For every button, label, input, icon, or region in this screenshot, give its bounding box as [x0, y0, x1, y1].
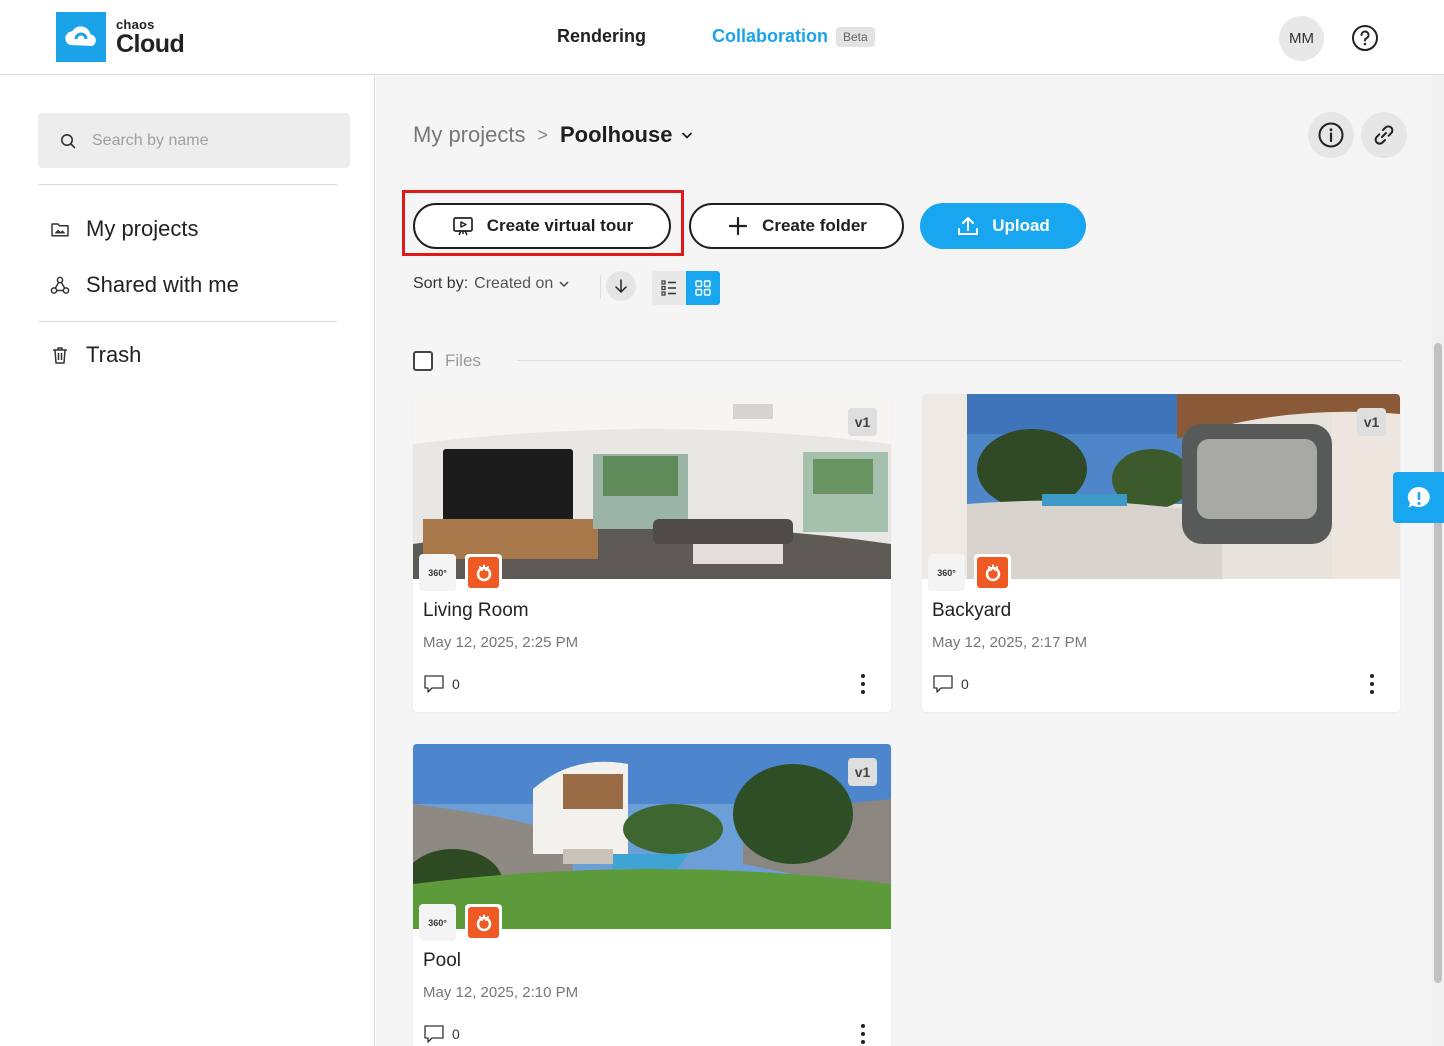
breadcrumb-current-project[interactable]: Poolhouse	[560, 122, 672, 148]
more-options-icon[interactable]	[1366, 674, 1378, 694]
sidebar-item-shared[interactable]: Shared with me	[50, 272, 239, 298]
breadcrumb-separator: >	[537, 124, 548, 145]
sidebar-divider	[38, 321, 337, 322]
sidebar-item-trash[interactable]: Trash	[50, 342, 141, 368]
sort-direction-button[interactable]	[606, 271, 636, 301]
upload-button[interactable]: Upload	[920, 203, 1086, 249]
comment-count: 0	[452, 676, 460, 692]
chevron-down-icon	[559, 281, 569, 288]
card-title: Living Room	[423, 600, 529, 621]
files-label: Files	[445, 351, 481, 370]
list-view-icon	[661, 280, 676, 296]
file-card-living-room[interactable]: v1 360° Living Room May 12, 2025, 2:25 P…	[413, 394, 891, 712]
create-folder-button[interactable]: Create folder	[689, 203, 904, 249]
list-view-button[interactable]	[652, 271, 686, 305]
more-options-icon[interactable]	[857, 1024, 869, 1044]
card-date: May 12, 2025, 2:17 PM	[932, 634, 1088, 651]
info-icon	[1318, 122, 1344, 148]
sidebar-item-label: Shared with me	[86, 272, 239, 297]
comment-icon	[424, 675, 444, 693]
sort-dropdown[interactable]: Created on	[474, 275, 570, 293]
vray-logo-icon	[974, 554, 1011, 591]
breadcrumb: My projects > Poolhouse	[413, 122, 694, 148]
comments-button[interactable]: 0	[932, 674, 969, 694]
sidebar-item-label: My projects	[86, 216, 199, 241]
trash-icon	[53, 347, 67, 364]
link-icon	[1374, 125, 1394, 145]
presentation-play-icon	[452, 217, 473, 236]
scrollbar-thumb[interactable]	[1434, 343, 1442, 983]
comment-count: 0	[961, 676, 969, 692]
main-content: My projects > Poolhouse Create virtual t…	[376, 75, 1432, 1046]
card-title: Backyard	[932, 600, 1012, 621]
panorama-thumbnail[interactable]	[413, 394, 891, 579]
cloud-logo-icon	[56, 12, 106, 62]
nav-collaboration-label: Collaboration	[712, 26, 828, 46]
vray-logo-icon	[465, 904, 502, 941]
more-options-icon[interactable]	[857, 674, 869, 694]
grid-view-button[interactable]	[686, 271, 720, 305]
share-nodes-icon	[50, 276, 70, 294]
sort-value: Created on	[474, 275, 554, 292]
version-badge: v1	[1357, 408, 1386, 436]
version-badge: v1	[848, 408, 877, 436]
panorama-thumbnail[interactable]	[922, 394, 1400, 579]
card-date: May 12, 2025, 2:10 PM	[423, 984, 579, 1001]
logo-big-text: Cloud	[116, 29, 185, 58]
sort-label: Sort by:	[413, 275, 469, 292]
sidebar-item-label: Trash	[86, 342, 142, 367]
share-link-button[interactable]	[1361, 112, 1407, 158]
search-input[interactable]	[92, 131, 332, 150]
360-icon: 360°	[928, 554, 965, 591]
comment-icon	[424, 1025, 444, 1043]
search-box[interactable]	[38, 113, 350, 168]
file-card-pool[interactable]: v1 360° Pool May 12, 2025, 2:10 PM 0	[413, 744, 891, 1046]
card-date: May 12, 2025, 2:25 PM	[423, 634, 579, 651]
upload-label: Upload	[992, 216, 1050, 235]
arrow-down-icon	[615, 279, 627, 294]
create-folder-label: Create folder	[762, 216, 867, 235]
upload-icon	[958, 217, 979, 235]
beta-badge: Beta	[836, 26, 875, 47]
feedback-button[interactable]	[1393, 472, 1444, 523]
help-icon[interactable]	[1351, 24, 1379, 52]
scrollbar[interactable]	[1432, 75, 1444, 1046]
sidebar-divider	[38, 184, 337, 185]
comments-button[interactable]: 0	[423, 674, 460, 694]
search-icon	[61, 133, 76, 148]
file-card-backyard[interactable]: v1 360° Backyard May 12, 2025, 2:17 PM 0	[922, 394, 1400, 712]
nav-collaboration[interactable]: Collaboration Beta	[712, 26, 875, 47]
files-section-header: Files	[413, 351, 481, 371]
comment-count: 0	[452, 1026, 460, 1042]
info-button[interactable]	[1308, 112, 1354, 158]
breadcrumb-my-projects[interactable]: My projects	[413, 122, 525, 148]
create-virtual-tour-button[interactable]: Create virtual tour	[413, 203, 671, 249]
card-title: Pool	[423, 950, 462, 971]
sort-divider	[600, 275, 601, 299]
sidebar-item-my-projects[interactable]: My projects	[50, 216, 198, 242]
select-all-checkbox[interactable]	[413, 351, 433, 371]
360-icon: 360°	[419, 554, 456, 591]
comment-icon	[933, 675, 953, 693]
image-folder-icon	[51, 223, 69, 237]
sidebar: My projects Shared with me Trash	[0, 75, 375, 1046]
feedback-chat-icon	[1407, 486, 1430, 507]
nav-rendering[interactable]: Rendering	[557, 26, 646, 47]
logo-small-text: chaos	[116, 16, 155, 32]
sort-bar: Sort by: Created on	[413, 271, 720, 305]
360-icon: 360°	[419, 904, 456, 941]
vray-logo-icon	[465, 554, 502, 591]
comments-button[interactable]: 0	[423, 1024, 460, 1044]
chevron-down-icon[interactable]	[680, 128, 694, 142]
plus-icon	[728, 216, 748, 236]
top-header: chaos Cloud Rendering Collaboration Beta…	[0, 0, 1444, 75]
create-virtual-tour-label: Create virtual tour	[486, 216, 634, 235]
user-avatar[interactable]: MM	[1279, 16, 1324, 61]
version-badge: v1	[848, 758, 877, 786]
grid-view-icon	[695, 280, 711, 296]
files-divider	[517, 360, 1401, 361]
panorama-thumbnail[interactable]	[413, 744, 891, 929]
chaos-cloud-logo[interactable]: chaos Cloud	[56, 12, 185, 62]
